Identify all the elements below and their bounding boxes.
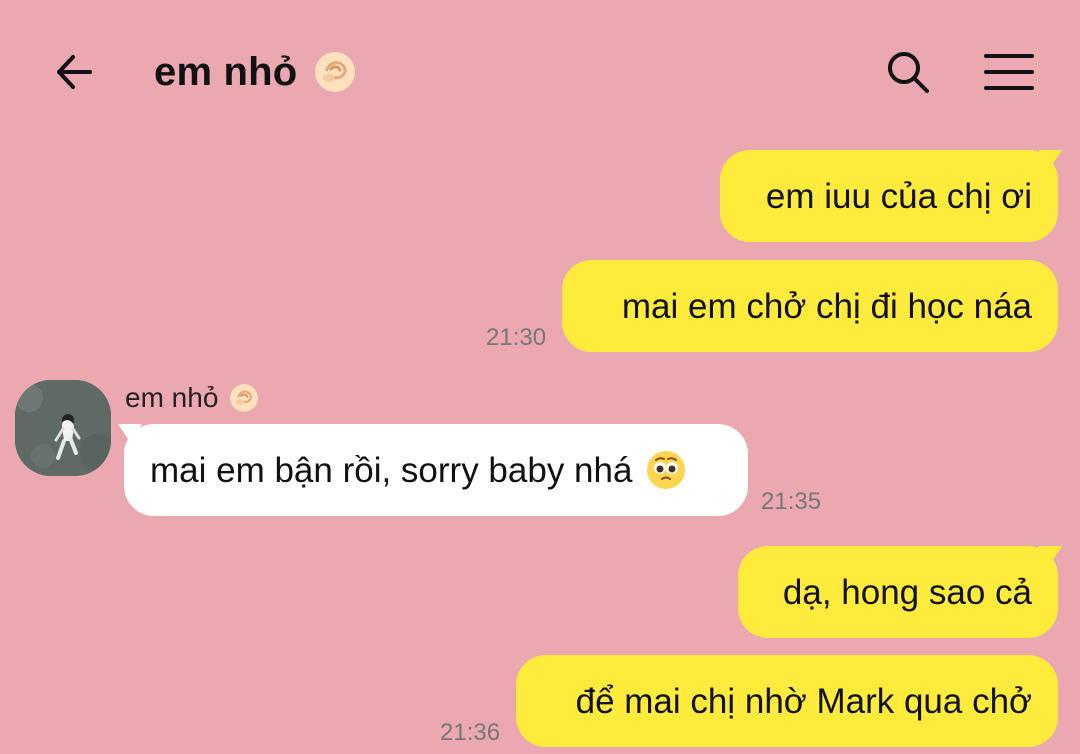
message-bubble-outgoing[interactable]: dạ, hong sao cả xyxy=(738,546,1058,638)
message-timestamp: 21:35 xyxy=(761,488,822,515)
pinching-hand-emoji xyxy=(230,384,259,412)
chat-screen: em nhỏ em iuu của chị ơi mai em chở chị … xyxy=(0,0,1080,754)
message-bubble-incoming[interactable]: mai em bận rồi, sorry baby nhá xyxy=(124,424,748,516)
pinching-hand-emoji xyxy=(315,52,356,92)
message-bubble-outgoing[interactable]: mai em chở chị đi học náa xyxy=(562,260,1058,352)
back-arrow-icon xyxy=(57,55,92,89)
search-button[interactable] xyxy=(880,44,936,100)
avatar[interactable] xyxy=(15,380,111,476)
chat-title: em nhỏ xyxy=(154,49,298,94)
message-text: dạ, hong sao cả xyxy=(782,572,1032,612)
menu-button[interactable] xyxy=(980,44,1038,100)
message-text: để mai chị nhờ Mark qua chở xyxy=(575,681,1032,721)
message-text: mai em bận rồi, sorry baby nhá xyxy=(150,450,633,490)
avatar-image xyxy=(15,380,111,476)
message-timestamp: 21:30 xyxy=(486,324,547,351)
chat-header: em nhỏ xyxy=(0,0,1080,140)
back-button[interactable] xyxy=(46,44,102,100)
message-bubble-outgoing[interactable]: để mai chị nhờ Mark qua chở xyxy=(516,655,1058,747)
pleading-face-emoji xyxy=(647,451,686,489)
message-timestamp: 21:36 xyxy=(440,719,501,746)
message-bubble-outgoing[interactable]: em iuu của chị ơi xyxy=(720,150,1058,242)
message-text: mai em chở chị đi học náa xyxy=(621,286,1032,326)
menu-icon xyxy=(984,54,1034,90)
bubble-tail xyxy=(1038,150,1062,168)
search-icon xyxy=(888,52,929,93)
bubble-tail xyxy=(1038,546,1062,564)
chat-title-wrap[interactable]: em nhỏ xyxy=(154,44,361,100)
message-text: em iuu của chị ơi xyxy=(765,176,1032,216)
sender-name-text: em nhỏ xyxy=(125,382,219,413)
sender-name: em nhỏ xyxy=(125,380,262,416)
